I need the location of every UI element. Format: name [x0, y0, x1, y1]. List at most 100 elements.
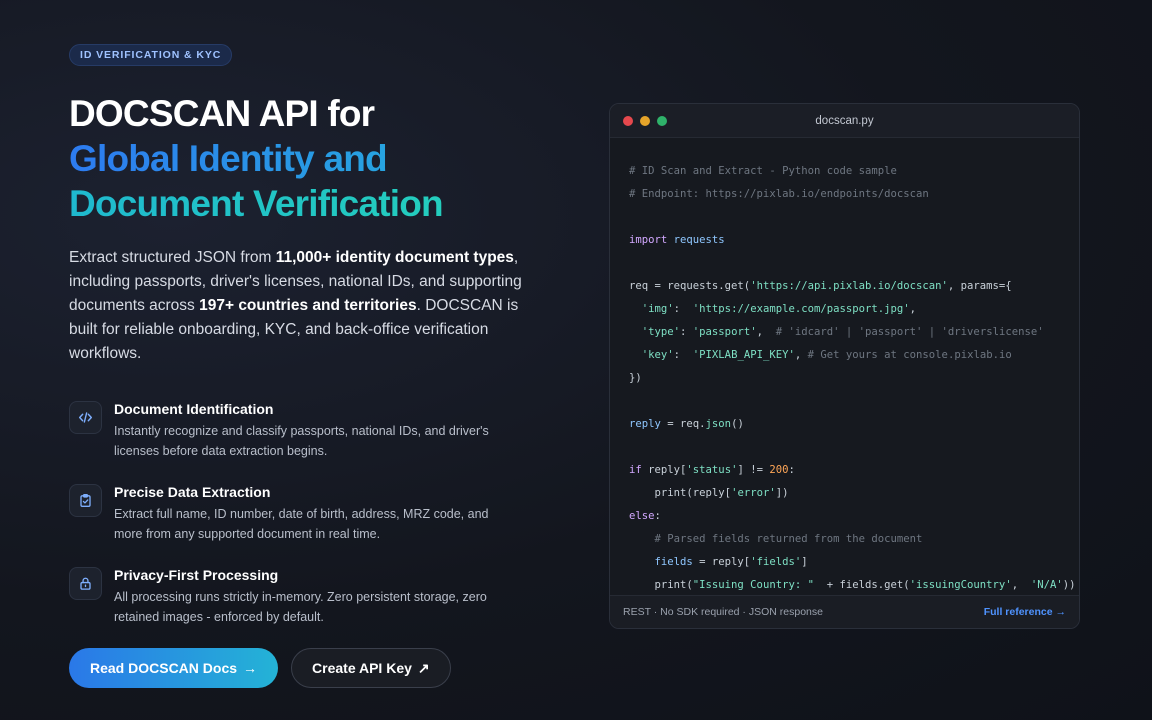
feature-description: Instantly recognize and classify passpor…: [114, 424, 489, 458]
code-token: + fields.get(: [813, 579, 910, 591]
read-docs-label: Read DOCSCAN Docs: [90, 660, 238, 676]
intro-paragraph: Extract structured JSON from 11,000+ ide…: [69, 246, 539, 366]
code-token: req = requests.get(: [629, 280, 751, 292]
lock-icon: [69, 567, 102, 600]
code-token: ,: [1011, 579, 1031, 591]
code-token: 'status': [686, 464, 738, 476]
code-footer-meta: REST · No SDK required · JSON response: [623, 606, 823, 618]
code-token: :: [654, 510, 661, 522]
code-token: 'passport': [692, 326, 757, 338]
code-token: :: [788, 464, 795, 476]
code-line: req = requests.get('https://api.pixlab.i…: [629, 275, 1079, 298]
code-token: 'fields': [750, 556, 802, 568]
code-token: ]: [801, 556, 808, 568]
window-controls: [623, 116, 667, 126]
code-token: 'key': [629, 349, 674, 361]
feature-item-precise-data-extraction: Precise Data Extraction Extract full nam…: [69, 483, 549, 544]
minimize-window-icon[interactable]: [640, 116, 650, 126]
code-token: 'img': [629, 303, 674, 315]
maximize-window-icon[interactable]: [657, 116, 667, 126]
code-token: ,: [794, 349, 808, 361]
code-token: :: [673, 349, 693, 361]
feature-title: Privacy-First Processing: [114, 567, 279, 583]
code-window: docscan.py # ID Scan and Extract - Pytho…: [609, 103, 1080, 629]
intro-highlight-doc-types: 11,000+ identity document types: [275, 249, 514, 266]
clipboard-check-icon: [69, 484, 102, 517]
code-line: # ID Scan and Extract - Python code samp…: [629, 165, 897, 177]
code-line: if reply['status'] != 200:: [629, 459, 1079, 482]
code-line: print("Issuing Country: " + fields.get('…: [629, 574, 1079, 597]
code-token: reply: [629, 418, 661, 430]
code-token: ]): [775, 487, 789, 499]
code-token: :: [680, 326, 693, 338]
code-token: json: [705, 418, 732, 430]
code-line: }): [629, 372, 642, 384]
intro-text-1: Extract structured JSON from: [69, 249, 276, 266]
code-window-footer: REST · No SDK required · JSON response F…: [610, 595, 1079, 628]
code-token: 'PIXLAB_API_KEY': [692, 349, 795, 361]
code-line: 'key': 'PIXLAB_API_KEY', # Get yours at …: [629, 344, 1079, 367]
code-token: if: [629, 464, 642, 476]
code-block: # ID Scan and Extract - Python code samp…: [610, 138, 1079, 597]
feature-title: Precise Data Extraction: [114, 484, 271, 500]
code-line: 'type': 'passport', # 'idcard' | 'passpo…: [629, 321, 1079, 344]
title-line-3: Document Verification: [69, 181, 549, 226]
code-line: print(reply['error']): [629, 482, 1079, 505]
code-token: print(: [629, 579, 693, 591]
close-window-icon[interactable]: [623, 116, 633, 126]
feature-list: Document Identification Instantly recogn…: [69, 400, 549, 627]
page-title: DOCSCAN API for Global Identity and Docu…: [69, 91, 549, 226]
code-token: = reply[: [692, 556, 751, 568]
code-line: reply = req.json(): [629, 413, 1079, 436]
hero-section: ID VERIFICATION & KYC DOCSCAN API for Gl…: [69, 44, 549, 649]
code-token: )): [1062, 579, 1076, 591]
cta-buttons: Read DOCSCAN Docs → Create API Key ↗: [69, 648, 451, 688]
category-badge: ID VERIFICATION & KYC: [69, 44, 233, 66]
code-line: # Parsed fields returned from the docume…: [629, 533, 923, 545]
code-line: fields = reply['fields']: [629, 551, 1079, 574]
create-api-key-button[interactable]: Create API Key ↗: [291, 648, 451, 688]
code-token: print(reply[: [629, 487, 732, 499]
code-token: # 'idcard' | 'passport' | 'driverslicens…: [775, 326, 1044, 338]
full-reference-link[interactable]: Full reference →: [984, 606, 1066, 618]
create-api-key-label: Create API Key: [312, 660, 412, 676]
code-icon: [69, 401, 102, 434]
code-line: # Endpoint: https://pixlab.io/endpoints/…: [629, 188, 929, 200]
code-token: (): [731, 418, 744, 430]
code-token: reply[: [641, 464, 687, 476]
code-line: else:: [629, 505, 1079, 528]
code-token: ] !=: [737, 464, 770, 476]
code-token: 'error': [731, 487, 776, 499]
title-line-2: Global Identity and: [69, 136, 549, 181]
code-token: "Issuing Country: ": [692, 579, 814, 591]
feature-title: Document Identification: [114, 401, 274, 417]
feature-description: Extract full name, ID number, date of bi…: [114, 507, 489, 541]
code-token: 'N/A': [1030, 579, 1063, 591]
code-line: 'img': 'https://example.com/passport.jpg…: [629, 298, 1079, 321]
code-token: else: [629, 510, 655, 522]
code-window-titlebar: docscan.py: [610, 104, 1079, 138]
read-docs-button[interactable]: Read DOCSCAN Docs →: [69, 648, 279, 688]
code-token: import: [629, 234, 668, 246]
code-token: 'https://example.com/passport.jpg': [692, 303, 910, 315]
code-token: # Get yours at console.pixlab.io: [807, 349, 1012, 361]
intro-highlight-countries: 197+ countries and territories: [199, 297, 417, 314]
code-filename: docscan.py: [815, 114, 874, 127]
code-token: , params={: [947, 280, 1012, 292]
code-token: requests: [667, 234, 725, 246]
code-token: 'https://api.pixlab.io/docscan': [750, 280, 948, 292]
code-token: :: [673, 303, 693, 315]
feature-item-privacy-first-processing: Privacy-First Processing All processing …: [69, 566, 549, 627]
feature-description: All processing runs strictly in-memory. …: [114, 590, 487, 624]
title-line-1: DOCSCAN API for: [69, 93, 375, 134]
code-token: 'issuingCountry': [909, 579, 1012, 591]
code-token: ,: [756, 326, 776, 338]
code-token: fields: [629, 556, 693, 568]
code-token: = req.: [660, 418, 706, 430]
code-token: 'type': [629, 326, 681, 338]
code-line: import requests: [629, 229, 1079, 252]
